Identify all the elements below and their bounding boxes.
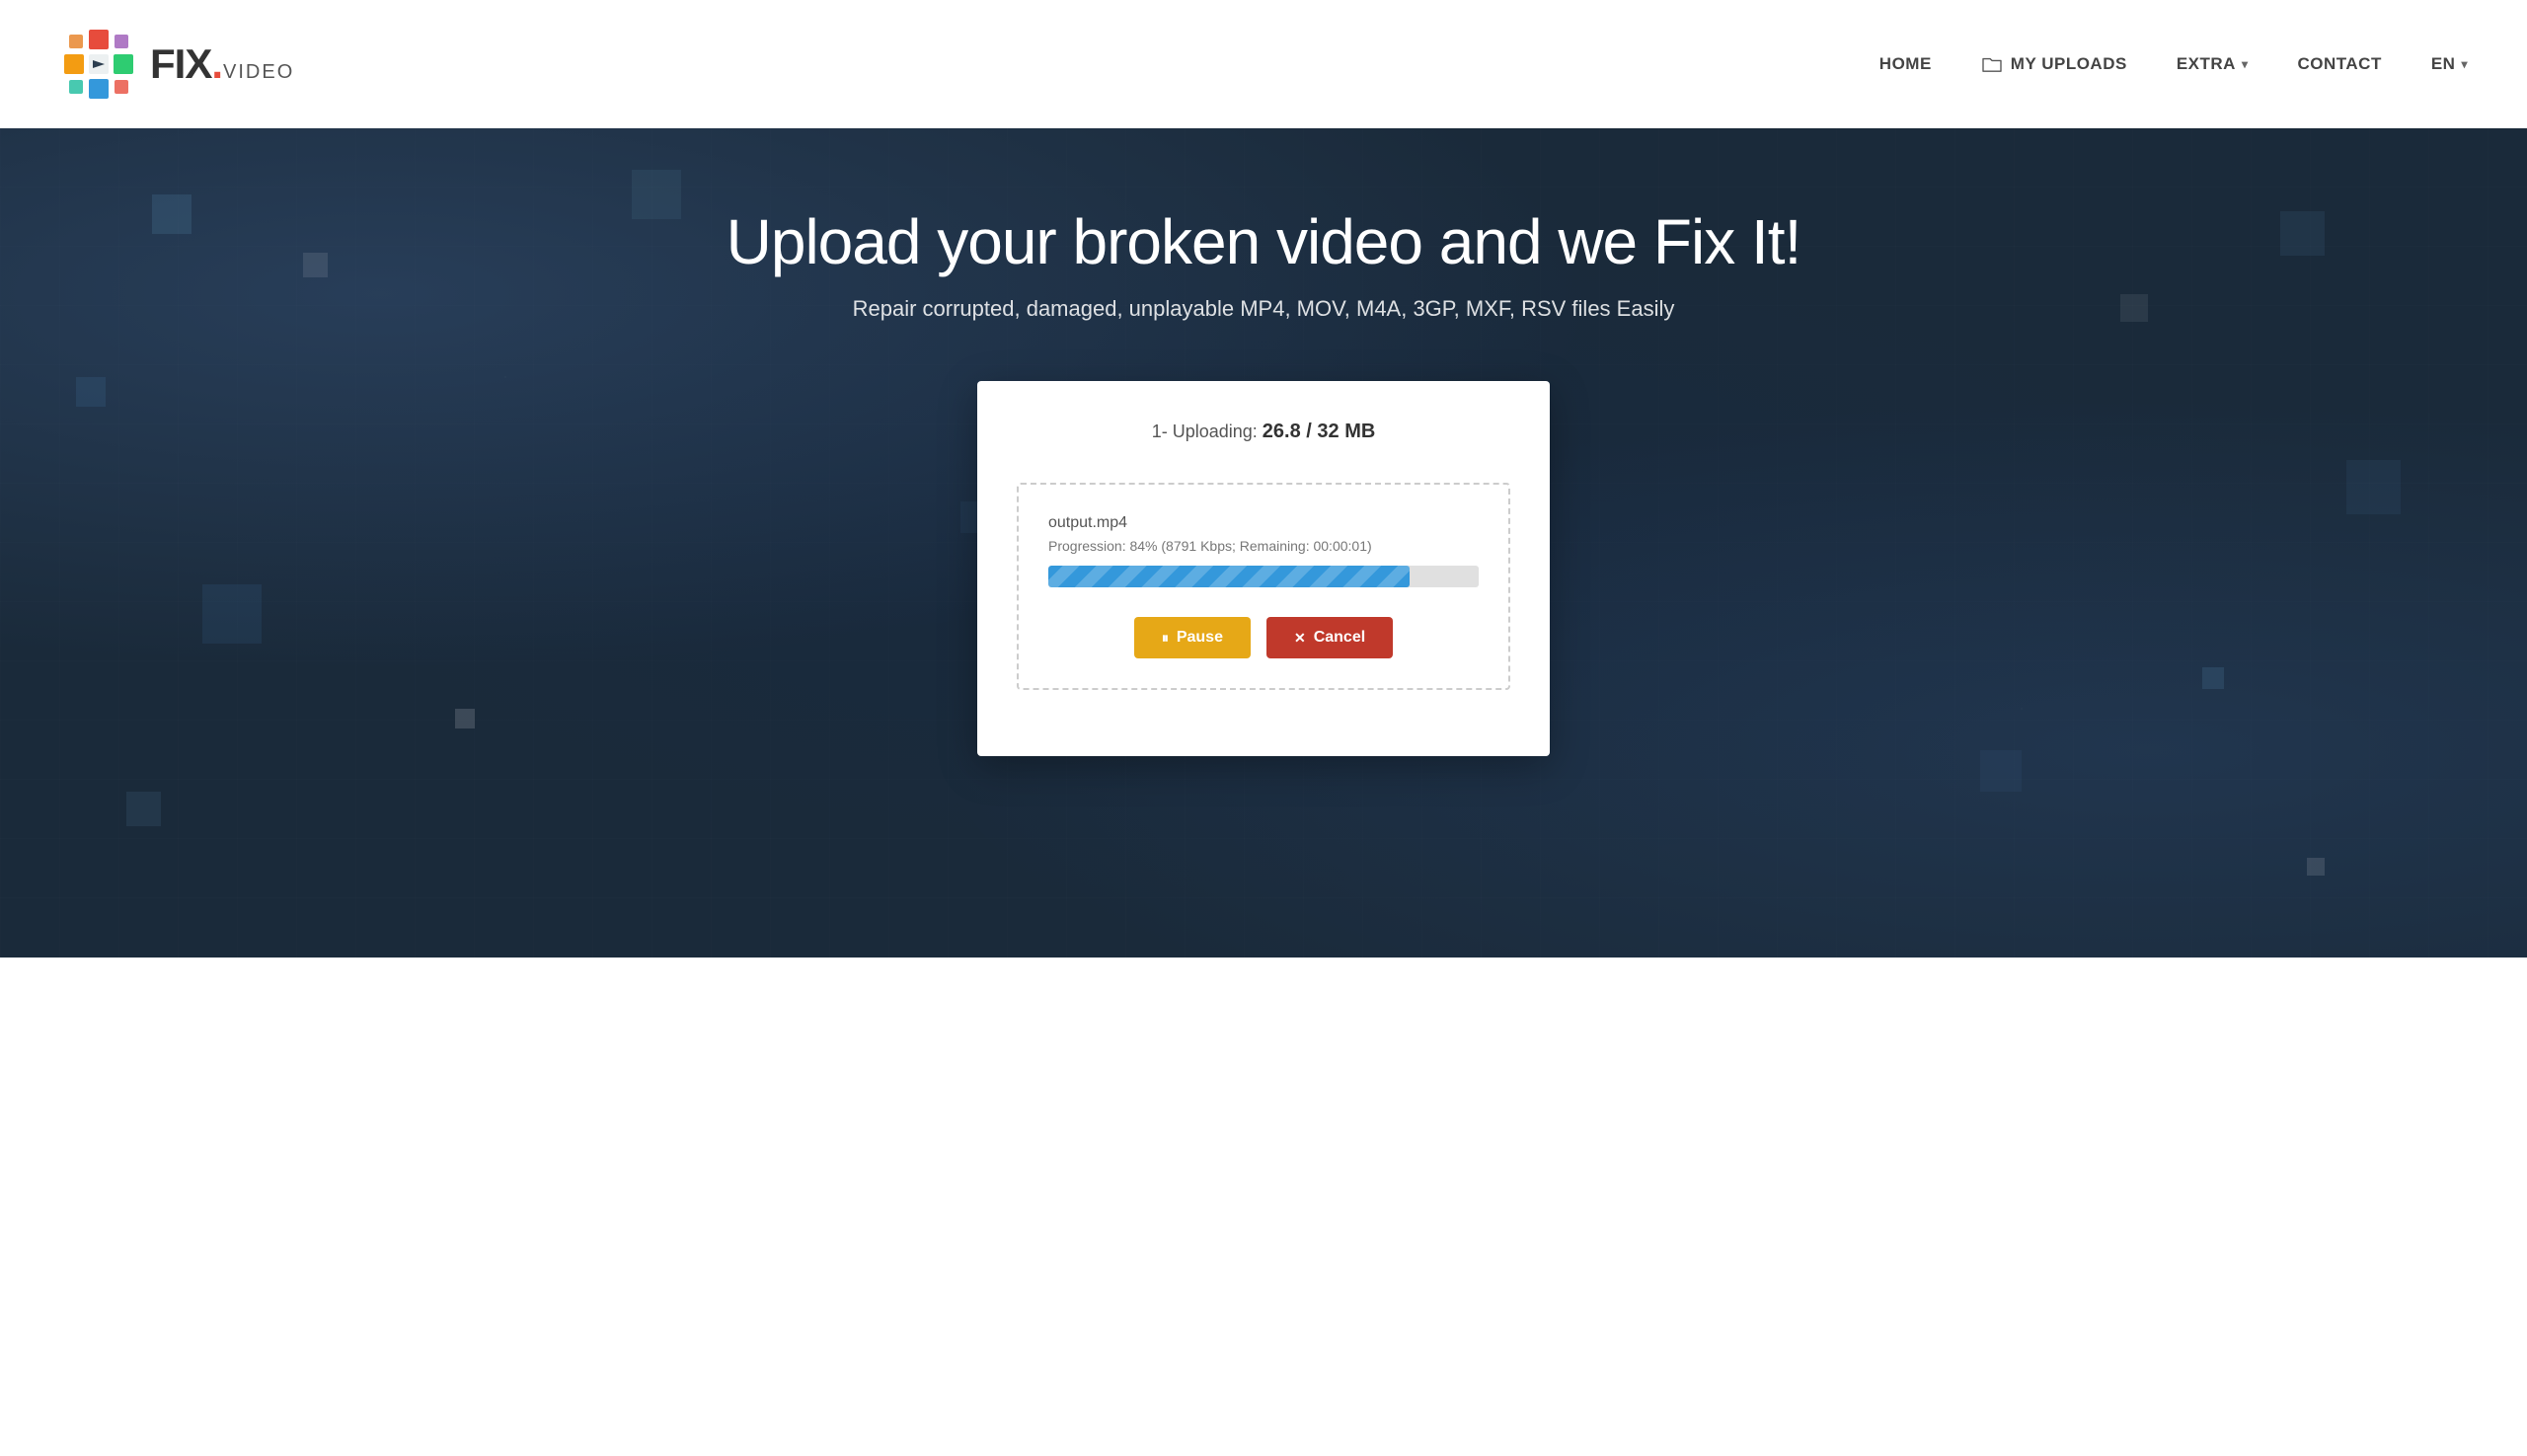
pause-icon: ⏸: [1162, 630, 1169, 647]
nav-home[interactable]: HOME: [1879, 54, 1932, 74]
progress-bar-container: [1048, 566, 1479, 587]
hero-content: Upload your broken video and we Fix It! …: [0, 207, 2527, 381]
nav-lang[interactable]: EN ▾: [2431, 54, 2468, 74]
logo-fix: FIX: [150, 40, 211, 88]
pause-label: Pause: [1177, 629, 1223, 647]
extra-chevron-icon: ▾: [2242, 57, 2249, 71]
progress-bar-fill: [1048, 566, 1410, 587]
hero-section: Upload your broken video and we Fix It! …: [0, 128, 2527, 958]
uploads-folder-icon: [1981, 55, 2003, 73]
pause-button[interactable]: ⏸ Pause: [1134, 617, 1251, 658]
upload-status: 1- Uploading: 26.8 / 32 MB: [1017, 421, 1510, 443]
nav-extra[interactable]: EXTRA ▾: [2177, 54, 2249, 74]
status-prefix: 1- Uploading:: [1152, 421, 1263, 441]
site-header: FIX . VIDEO HOME MY UPLOADS EXTRA ▾ CONT…: [0, 0, 2527, 128]
upload-buttons: ⏸ Pause ✕ Cancel: [1048, 617, 1479, 658]
lang-chevron-icon: ▾: [2461, 57, 2468, 71]
cancel-icon: ✕: [1294, 630, 1306, 647]
cancel-button[interactable]: ✕ Cancel: [1266, 617, 1393, 658]
nav-contact[interactable]: CONTACT: [2298, 54, 2382, 74]
upload-progress-text: 26.8 / 32 MB: [1263, 421, 1376, 442]
logo-icon: [59, 25, 138, 104]
upload-card: 1- Uploading: 26.8 / 32 MB output.mp4 Pr…: [977, 381, 1550, 756]
main-nav: HOME MY UPLOADS EXTRA ▾ CONTACT EN ▾: [1879, 54, 2468, 74]
cancel-label: Cancel: [1314, 629, 1365, 647]
hero-title: Upload your broken video and we Fix It!: [0, 207, 2527, 276]
hero-subtitle: Repair corrupted, damaged, unplayable MP…: [0, 296, 2527, 322]
logo[interactable]: FIX . VIDEO: [59, 25, 294, 104]
logo-text: FIX . VIDEO: [150, 40, 294, 88]
upload-drop-area[interactable]: output.mp4 Progression: 84% (8791 Kbps; …: [1017, 483, 1510, 690]
nav-uploads[interactable]: MY UPLOADS: [1981, 54, 2127, 74]
file-name: output.mp4: [1048, 514, 1479, 532]
logo-video: VIDEO: [223, 61, 294, 84]
progression-text: Progression: 84% (8791 Kbps; Remaining: …: [1048, 538, 1479, 554]
logo-dot: .: [211, 40, 223, 88]
